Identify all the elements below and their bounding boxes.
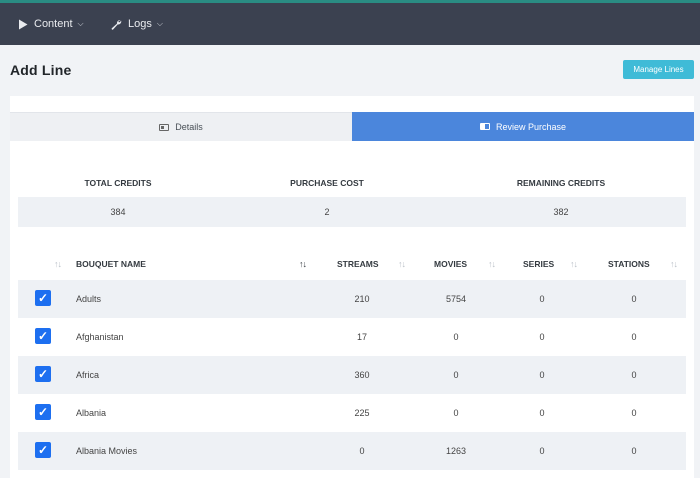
sort-icon[interactable]: ↑↓ bbox=[54, 254, 62, 274]
nav-content-menu[interactable]: Content ⌵ bbox=[18, 3, 84, 45]
total-credits-header: TOTAL CREDITS bbox=[84, 178, 152, 188]
remaining-credits-value: 382 bbox=[553, 207, 569, 217]
stations-value: 0 bbox=[631, 408, 637, 418]
tab-review-label: Review Purchase bbox=[495, 121, 567, 132]
total-credits-value: 384 bbox=[110, 207, 126, 217]
sort-icon[interactable]: ↑↓ bbox=[570, 254, 578, 274]
page-title: Add Line bbox=[10, 62, 72, 78]
nav-logs-menu[interactable]: Logs ⌵ bbox=[111, 3, 163, 45]
column-bouquet-name[interactable]: BOUQUET NAME bbox=[76, 254, 146, 274]
stations-value: 0 bbox=[631, 446, 637, 456]
sort-icon[interactable]: ↑↓ bbox=[488, 254, 496, 274]
tab-details-label: Details bbox=[175, 122, 203, 132]
column-series[interactable]: SERIES bbox=[523, 254, 554, 274]
chevron-down-icon: ⌵ bbox=[156, 19, 163, 28]
sort-ascending-icon[interactable]: ↑↓ bbox=[299, 254, 307, 274]
main-card: Details Review Purchase TOTAL CREDITS PU… bbox=[10, 96, 694, 478]
movies-value: 0 bbox=[453, 332, 459, 342]
row-checkbox[interactable]: ✓ bbox=[35, 404, 51, 420]
series-value: 0 bbox=[539, 332, 545, 342]
streams-value: 0 bbox=[359, 446, 365, 456]
row-checkbox[interactable]: ✓ bbox=[35, 328, 51, 344]
movies-value: 0 bbox=[453, 370, 459, 380]
series-value: 0 bbox=[539, 370, 545, 380]
credits-header-row: TOTAL CREDITS PURCHASE COST REMAINING CR… bbox=[18, 173, 686, 193]
movies-value: 5754 bbox=[445, 294, 467, 304]
wizard-tabs: Details Review Purchase bbox=[10, 112, 694, 141]
sort-icon[interactable]: ↑↓ bbox=[670, 254, 678, 274]
table-row: ✓ Adults 210 5754 0 0 bbox=[18, 280, 686, 318]
streams-value: 225 bbox=[354, 408, 370, 418]
streams-value: 210 bbox=[354, 294, 370, 304]
nav-logs-label: Logs bbox=[128, 18, 152, 30]
table-row: ✓ Africa 360 0 0 0 bbox=[18, 356, 686, 394]
tab-details[interactable]: Details bbox=[10, 112, 352, 141]
series-value: 0 bbox=[539, 294, 545, 304]
credits-value-row: 384 2 382 bbox=[18, 197, 686, 227]
row-checkbox[interactable]: ✓ bbox=[35, 366, 51, 382]
sort-icon[interactable]: ↑↓ bbox=[398, 254, 406, 274]
chevron-down-icon: ⌵ bbox=[77, 19, 84, 28]
id-card-icon bbox=[159, 123, 170, 131]
column-movies[interactable]: MOVIES bbox=[434, 254, 467, 274]
bouquet-name: Albania Movies bbox=[76, 446, 138, 456]
table-row: ✓ Albania Movies 0 1263 0 0 bbox=[18, 432, 686, 470]
series-value: 0 bbox=[539, 408, 545, 418]
tab-review-purchase[interactable]: Review Purchase bbox=[352, 112, 694, 141]
panel-icon bbox=[479, 123, 490, 130]
top-navbar: Content ⌵ Logs ⌵ bbox=[0, 0, 700, 45]
row-checkbox[interactable]: ✓ bbox=[35, 442, 51, 458]
stations-value: 0 bbox=[631, 332, 637, 342]
bouquet-table-header: ↑↓ BOUQUET NAME ↑↓ STREAMS ↑↓ MOVIES ↑↓ … bbox=[18, 254, 686, 274]
nav-content-label: Content bbox=[34, 18, 73, 30]
stations-value: 0 bbox=[631, 294, 637, 304]
bouquet-name: Adults bbox=[76, 294, 102, 304]
streams-value: 17 bbox=[356, 332, 367, 342]
table-row: ✓ Afghanistan 17 0 0 0 bbox=[18, 318, 686, 356]
bouquet-name: Afghanistan bbox=[76, 332, 124, 342]
play-icon bbox=[19, 19, 28, 29]
manage-lines-button[interactable]: Manage Lines bbox=[623, 60, 694, 79]
streams-value: 360 bbox=[354, 370, 370, 380]
column-stations[interactable]: STATIONS bbox=[608, 254, 650, 274]
purchase-cost-header: PURCHASE COST bbox=[290, 178, 364, 188]
column-streams[interactable]: STREAMS bbox=[337, 254, 379, 274]
bouquet-name: Albania bbox=[76, 408, 107, 418]
wrench-icon bbox=[111, 19, 122, 30]
purchase-cost-value: 2 bbox=[324, 207, 330, 217]
row-checkbox[interactable]: ✓ bbox=[35, 290, 51, 306]
movies-value: 0 bbox=[453, 408, 459, 418]
series-value: 0 bbox=[539, 446, 545, 456]
movies-value: 1263 bbox=[445, 446, 467, 456]
table-row: ✓ Albania 225 0 0 0 bbox=[18, 394, 686, 432]
stations-value: 0 bbox=[631, 370, 637, 380]
remaining-credits-header: REMAINING CREDITS bbox=[516, 178, 606, 188]
bouquet-name: Africa bbox=[76, 370, 100, 380]
